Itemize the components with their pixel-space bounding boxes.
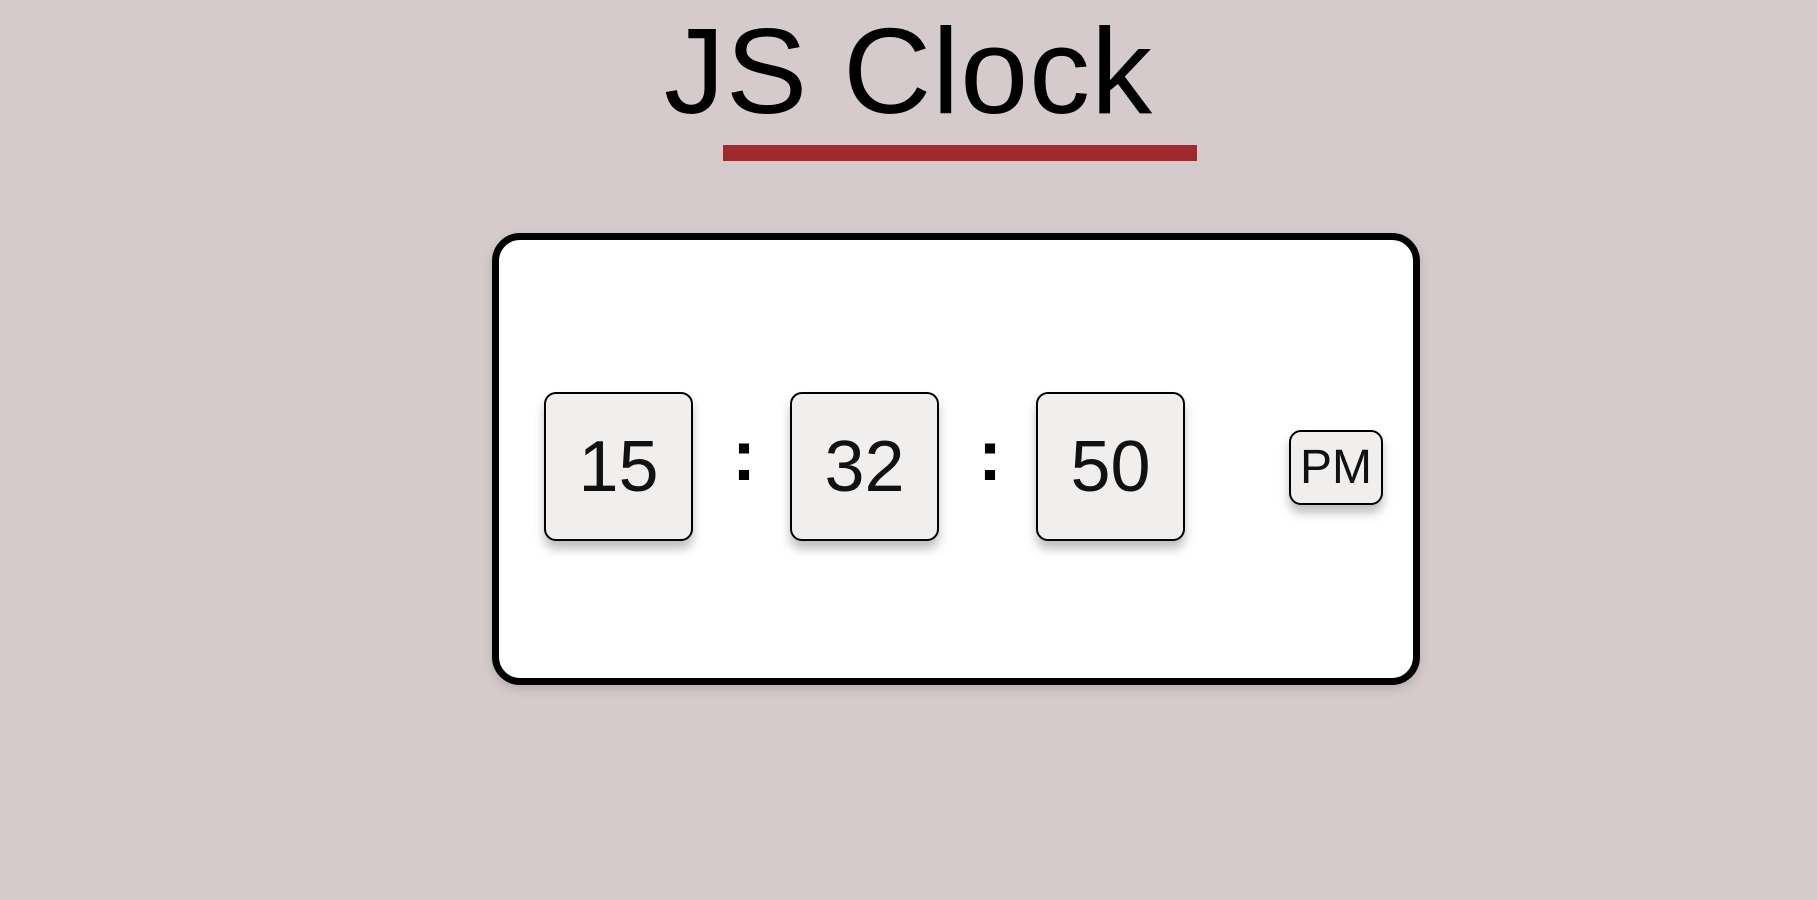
minutes-display: 32	[790, 392, 939, 541]
minutes-seconds-separator: :	[978, 416, 1002, 496]
hours-minutes-separator: :	[732, 416, 756, 496]
seconds-display: 50	[1036, 392, 1185, 541]
header: JS Clock	[0, 0, 1817, 136]
title-underline	[723, 145, 1197, 161]
page: JS Clock 15 : 32 : 50 PM	[0, 0, 1817, 900]
clock-card: 15 : 32 : 50 PM	[492, 233, 1420, 685]
am-pm-indicator: PM	[1289, 430, 1383, 505]
page-title: JS Clock	[663, 3, 1154, 139]
hours-display: 15	[544, 392, 693, 541]
